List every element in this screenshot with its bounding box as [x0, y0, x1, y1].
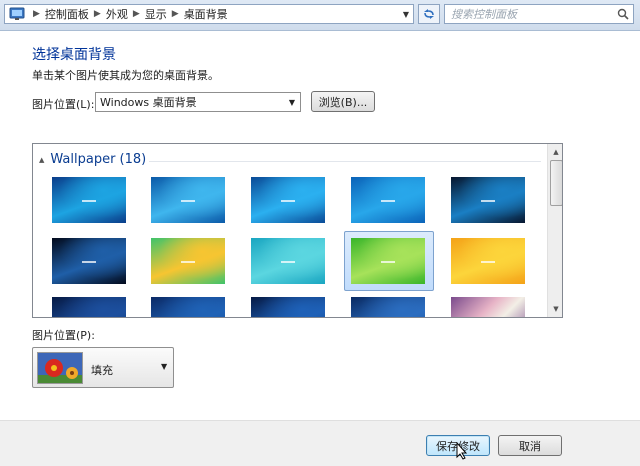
brand-logo-mark — [82, 199, 96, 202]
wallpaper-thumbnail[interactable] — [451, 297, 525, 317]
brand-logo-mark — [481, 199, 495, 202]
brand-logo-mark — [281, 260, 295, 263]
mouse-cursor-icon — [456, 442, 468, 460]
brand-logo-mark — [82, 260, 96, 263]
breadcrumb-separator-icon: ▶ — [33, 9, 40, 19]
wallpaper-thumbnail[interactable] — [351, 238, 425, 284]
wallpaper-thumbnail[interactable] — [351, 177, 425, 223]
wallpaper-thumbnail[interactable] — [351, 297, 425, 317]
wallpaper-thumbnail[interactable] — [52, 177, 126, 223]
address-toolbar: ▶ 控制面板 ▶ 外观 ▶ 显示 ▶ 桌面背景 ▼ — [0, 0, 640, 31]
chevron-down-icon[interactable]: ▼ — [284, 93, 300, 111]
address-history-dropdown-icon[interactable]: ▼ — [399, 10, 413, 19]
control-panel-icon — [9, 7, 25, 20]
address-bar[interactable]: ▶ 控制面板 ▶ 外观 ▶ 显示 ▶ 桌面背景 ▼ — [4, 4, 414, 24]
picture-position-label: 图片位置(P): — [32, 329, 95, 342]
wallpaper-thumbnail[interactable] — [451, 238, 525, 284]
wallpaper-thumbnail[interactable] — [451, 177, 525, 223]
wallpaper-thumbnail[interactable] — [52, 238, 126, 284]
scroll-down-icon[interactable]: ▼ — [548, 301, 562, 317]
breadcrumb-desktop-background[interactable]: 桌面背景 — [184, 6, 228, 22]
wallpaper-thumbnail[interactable] — [151, 238, 225, 284]
wallpaper-list[interactable]: ▲ Wallpaper (18) ▲ ▼ — [32, 143, 563, 318]
refresh-button[interactable] — [418, 4, 440, 24]
breadcrumb-display[interactable]: 显示 — [145, 6, 167, 22]
position-preview-thumbnail — [37, 352, 83, 384]
wallpaper-group-title: Wallpaper (18) — [50, 152, 147, 167]
search-box[interactable] — [444, 4, 634, 24]
wallpaper-group-header[interactable]: ▲ Wallpaper (18) — [39, 152, 146, 167]
picture-location-label: 图片位置(L): — [32, 98, 95, 111]
group-divider — [149, 161, 541, 162]
page-title: 选择桌面背景 — [32, 47, 116, 63]
picture-location-value: Windows 桌面背景 — [100, 96, 197, 109]
wallpaper-thumbnail[interactable] — [151, 297, 225, 317]
brand-logo-mark — [281, 199, 295, 202]
picture-position-value: 填充 — [91, 364, 113, 377]
breadcrumb-separator-icon[interactable]: ▶ — [172, 9, 179, 19]
scroll-up-icon[interactable]: ▲ — [548, 144, 562, 160]
search-icon[interactable] — [617, 8, 629, 20]
search-input[interactable] — [445, 6, 611, 22]
cancel-button[interactable]: 取消 — [498, 435, 562, 456]
wallpaper-thumbnail[interactable] — [251, 297, 325, 317]
breadcrumb-control-panel[interactable]: 控制面板 — [45, 6, 89, 22]
wallpaper-thumbnail[interactable] — [251, 238, 325, 284]
brand-logo-mark — [481, 260, 495, 263]
chevron-down-icon[interactable]: ▼ — [161, 362, 167, 371]
picture-position-dropdown[interactable]: 填充 ▼ — [32, 347, 174, 388]
breadcrumb-separator-icon[interactable]: ▶ — [94, 9, 101, 19]
refresh-icon — [424, 9, 434, 19]
brand-logo-mark — [381, 199, 395, 202]
flower-preview-image — [38, 353, 82, 383]
brand-logo-mark — [181, 260, 195, 263]
brand-logo-mark — [381, 260, 395, 263]
wallpaper-thumbnail[interactable] — [151, 177, 225, 223]
browse-button[interactable]: 浏览(B)... — [311, 91, 375, 112]
scrollbar-thumb[interactable] — [550, 160, 562, 206]
breadcrumb-appearance[interactable]: 外观 — [106, 6, 128, 22]
wallpaper-thumbnail[interactable] — [52, 297, 126, 317]
picture-location-dropdown[interactable]: Windows 桌面背景 ▼ — [95, 92, 301, 112]
wallpaper-thumbnail[interactable] — [251, 177, 325, 223]
vertical-scrollbar[interactable]: ▲ ▼ — [547, 144, 562, 317]
brand-logo-mark — [181, 199, 195, 202]
breadcrumb-separator-icon[interactable]: ▶ — [133, 9, 140, 19]
collapse-icon[interactable]: ▲ — [39, 156, 44, 164]
page-subtitle: 单击某个图片使其成为您的桌面背景。 — [32, 69, 219, 82]
